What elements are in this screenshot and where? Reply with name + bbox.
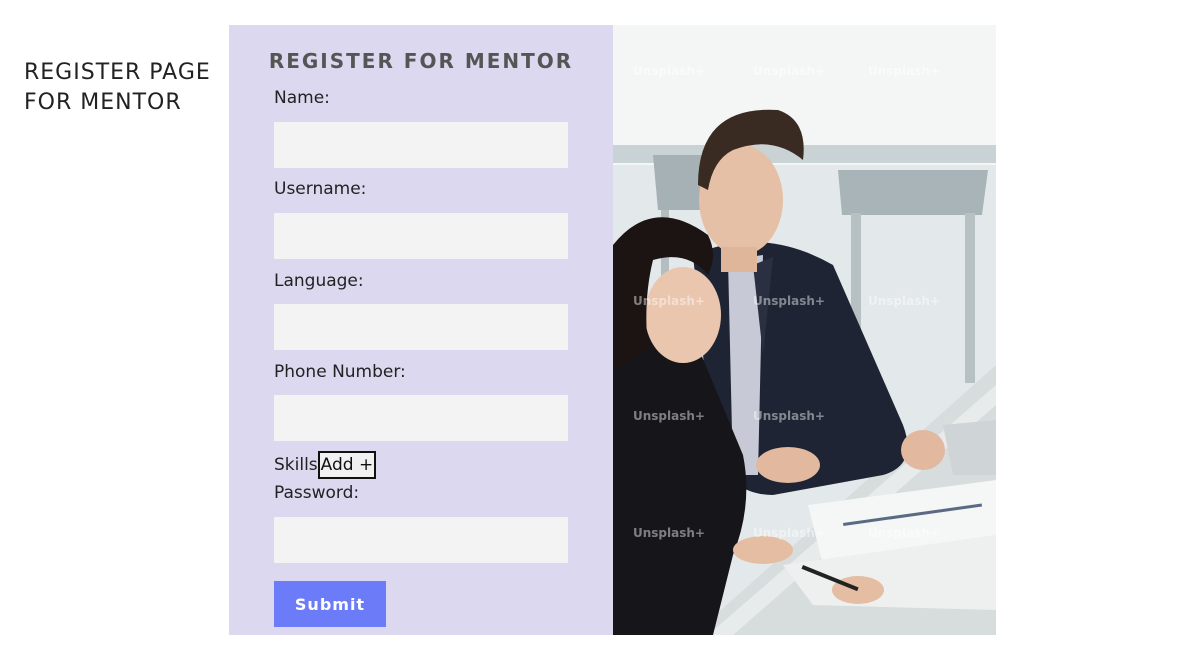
password-label: Password: <box>274 483 360 503</box>
page-heading: REGISTER PAGE FOR MENTOR <box>24 60 211 115</box>
watermark-text: Unsplash+ <box>753 64 825 78</box>
skills-label: Skills <box>274 455 318 475</box>
watermark-text: Unsplash+ <box>633 294 705 308</box>
watermark-text: Unsplash+ <box>753 409 825 423</box>
watermark-text: Unsplash+ <box>868 526 940 540</box>
meeting-photo-illustration: Unsplash+ Unsplash+ Unsplash+ Unsplash+ … <box>613 25 996 635</box>
watermark-text: Unsplash+ <box>633 526 705 540</box>
form-title: REGISTER FOR MENTOR <box>268 49 574 73</box>
name-label: Name: <box>274 88 330 108</box>
watermark-text: Unsplash+ <box>753 526 825 540</box>
meeting-photo: Unsplash+ Unsplash+ Unsplash+ Unsplash+ … <box>613 25 996 635</box>
username-label: Username: <box>274 179 367 199</box>
watermark-text: Unsplash+ <box>633 409 705 423</box>
register-form: REGISTER FOR MENTOR Name: Username: Lang… <box>229 25 613 635</box>
register-card: REGISTER FOR MENTOR Name: Username: Lang… <box>229 25 996 635</box>
password-input[interactable] <box>274 517 568 563</box>
add-skill-button[interactable]: Add + <box>317 451 377 479</box>
language-input[interactable] <box>274 304 568 350</box>
name-input[interactable] <box>274 122 568 168</box>
username-input[interactable] <box>274 213 568 259</box>
language-label: Language: <box>274 271 364 291</box>
skills-row: Skills Add + <box>274 451 377 479</box>
watermark-text: Unsplash+ <box>868 294 940 308</box>
phone-number-label: Phone Number: <box>274 362 406 382</box>
watermark-text: Unsplash+ <box>633 64 705 78</box>
phone-number-input[interactable] <box>274 395 568 441</box>
watermark-text: Unsplash+ <box>753 294 825 308</box>
submit-button[interactable]: Submit <box>274 581 386 627</box>
watermark-text: Unsplash+ <box>868 64 940 78</box>
